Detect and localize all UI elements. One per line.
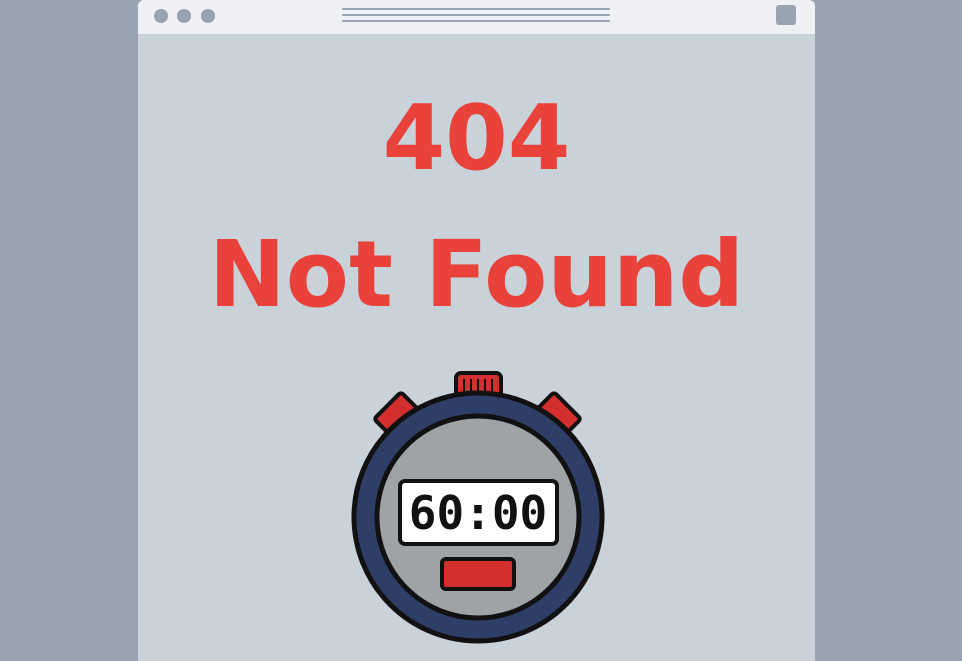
page-background: 404 Not Found 60:00: [0, 0, 962, 661]
error-message: Not Found: [208, 221, 745, 328]
digital-display-text: 60:00: [409, 486, 547, 540]
window-minimize-dot-icon[interactable]: [177, 9, 191, 23]
window-close-dot-icon[interactable]: [154, 9, 168, 23]
address-line-icon: [342, 14, 610, 16]
browser-window: 404 Not Found 60:00: [138, 0, 815, 661]
browser-title-bar: [138, 0, 815, 34]
window-maximize-dot-icon[interactable]: [201, 9, 215, 23]
address-line-icon: [342, 8, 610, 10]
address-bar-placeholder[interactable]: [342, 8, 610, 24]
window-menu-square-icon[interactable]: [776, 5, 796, 25]
stopwatch-svg: 60:00: [351, 371, 605, 644]
error-code: 404: [382, 86, 571, 191]
stopwatch-icon: 60:00: [346, 366, 610, 648]
address-line-icon: [342, 20, 610, 22]
stopwatch-reset-button-icon: [440, 557, 516, 591]
